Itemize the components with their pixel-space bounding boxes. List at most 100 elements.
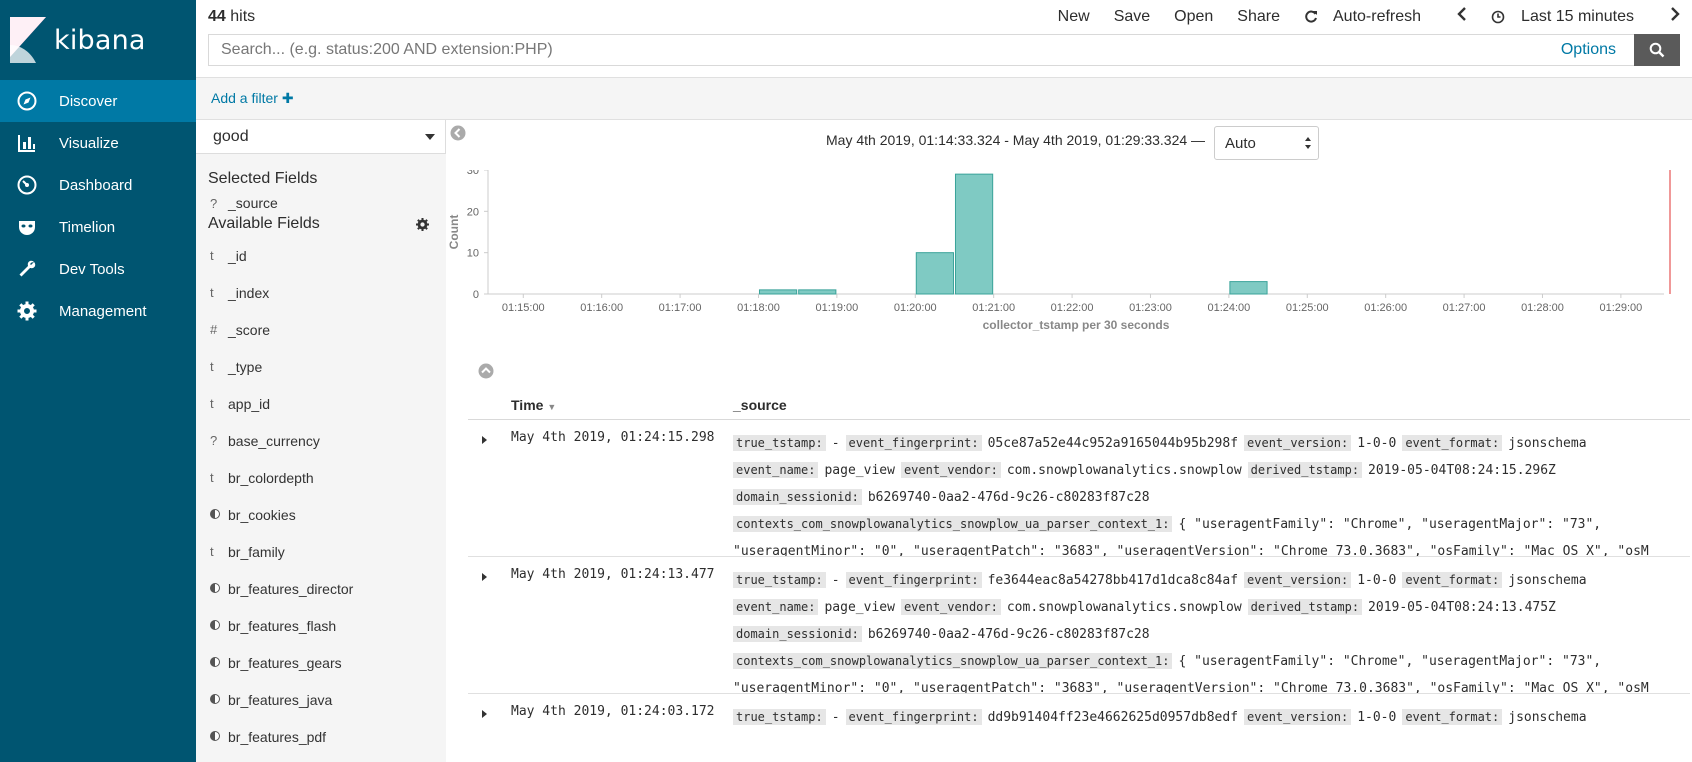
source-field-value: 2019-05-04T08:24:15.296Z bbox=[1368, 463, 1556, 478]
field-item[interactable]: t app_id bbox=[196, 385, 446, 422]
gear-icon bbox=[16, 300, 38, 322]
y-tick-label: 30 bbox=[467, 170, 479, 177]
save-button[interactable]: Save bbox=[1114, 8, 1150, 26]
field-item[interactable]: br_cookies bbox=[196, 496, 446, 533]
source-field-value: 1-0-0 bbox=[1357, 710, 1397, 725]
kibana-logo[interactable]: kibana bbox=[0, 0, 196, 80]
field-type-icon: ? bbox=[210, 433, 218, 448]
source-field-key: contexts_com_snowplowanalytics_snowplow_… bbox=[733, 516, 1173, 532]
field-item[interactable]: br_features_gears bbox=[196, 644, 446, 681]
sidebar-item-label: Timelion bbox=[59, 218, 116, 236]
field-type-icon: t bbox=[210, 470, 214, 485]
collapse-sidebar-icon[interactable] bbox=[450, 125, 466, 141]
table-row[interactable]: May 4th 2019, 01:24:03.172 true_tstamp: - e… bbox=[468, 694, 1690, 762]
expand-row-icon[interactable] bbox=[482, 710, 487, 718]
source-field-value: 2019-05-04T08:24:13.475Z bbox=[1368, 600, 1556, 615]
auto-refresh-button[interactable]: Auto-refresh bbox=[1304, 8, 1433, 26]
sort-down-icon[interactable]: ▼ bbox=[547, 402, 556, 412]
share-button[interactable]: Share bbox=[1237, 8, 1280, 26]
field-item[interactable]: br_features_director bbox=[196, 570, 446, 607]
refresh-icon bbox=[1305, 10, 1317, 22]
expand-row-icon[interactable] bbox=[482, 573, 487, 581]
expand-row-icon[interactable] bbox=[482, 436, 487, 444]
add-filter-label: Add a filter bbox=[211, 90, 278, 106]
add-filter-button[interactable]: Add a filter ✚ bbox=[211, 90, 294, 107]
x-tick-label: 01:23:00 bbox=[1129, 302, 1172, 314]
source-field-key: event_fingerprint: bbox=[845, 435, 982, 451]
time-back-button[interactable] bbox=[1457, 7, 1467, 26]
x-tick-label: 01:26:00 bbox=[1364, 302, 1407, 314]
field-item[interactable]: ? base_currency bbox=[196, 422, 446, 459]
source-field-value: page_view bbox=[824, 463, 895, 478]
source-field-value: - bbox=[831, 710, 840, 725]
time-column-header[interactable]: Time ▼ bbox=[511, 397, 556, 413]
source-field-key: domain_sessionid: bbox=[733, 626, 862, 642]
sidebar-item-discover[interactable]: Discover bbox=[0, 80, 196, 122]
field-item[interactable]: t _index bbox=[196, 274, 446, 311]
sidebar: kibana Discover Visualize Dashboard Timelio… bbox=[0, 0, 196, 762]
sidebar-item-dashboard[interactable]: Dashboard bbox=[0, 164, 196, 206]
interval-select[interactable]: Auto bbox=[1214, 126, 1319, 160]
index-pattern-select[interactable]: good bbox=[196, 120, 446, 154]
time-forward-button[interactable] bbox=[1670, 7, 1680, 26]
sidebar-item-management[interactable]: Management bbox=[0, 290, 196, 332]
field-item[interactable]: t br_family bbox=[196, 533, 446, 570]
source-field-value: 05ce87a52e44c952a9165044b95b298f bbox=[987, 436, 1239, 451]
source-field-key: event_name: bbox=[733, 462, 819, 478]
source-field-key: derived_tstamp: bbox=[1247, 599, 1363, 615]
source-line: "useragentMinor": "0", "useragentPatch":… bbox=[733, 681, 1649, 694]
histogram-chart[interactable]: 0 10 20 30 01:15:00 01:16:00 01:17:00 01:18:00 0… bbox=[446, 170, 1692, 350]
x-tick-label: 01:18:00 bbox=[737, 302, 780, 314]
table-row[interactable]: May 4th 2019, 01:24:15.298 true_tstamp: - e… bbox=[468, 420, 1690, 557]
histogram-bar[interactable] bbox=[798, 289, 837, 295]
field-item[interactable]: t _type bbox=[196, 348, 446, 385]
field-item[interactable]: t _id bbox=[196, 237, 446, 274]
new-button[interactable]: New bbox=[1058, 8, 1090, 26]
table-row[interactable]: May 4th 2019, 01:24:13.477 true_tstamp: - e… bbox=[468, 557, 1690, 694]
x-tick-label: 01:16:00 bbox=[580, 302, 623, 314]
sidebar-item-timelion[interactable]: Timelion bbox=[0, 206, 196, 248]
search-input[interactable]: Search... (e.g. status:200 AND extension… bbox=[208, 34, 1634, 66]
source-field-value: - bbox=[831, 573, 840, 588]
source-field-key: event_vendor: bbox=[900, 599, 1001, 615]
source-line: event_name: page_view event_vendor: com.sno… bbox=[733, 457, 1688, 484]
sidebar-item-label: Visualize bbox=[59, 134, 119, 152]
field-type-icon: t bbox=[210, 359, 214, 374]
gear-icon[interactable] bbox=[416, 218, 429, 231]
field-item[interactable]: # _score bbox=[196, 311, 446, 348]
sidebar-item-dev-tools[interactable]: Dev Tools bbox=[0, 248, 196, 290]
source-field-value: { "useragentFamily": "Chrome", "useragen… bbox=[1178, 654, 1602, 669]
field-item[interactable]: ? _source bbox=[196, 192, 446, 214]
source-field-key: event_format: bbox=[1402, 572, 1503, 588]
sidebar-item-visualize[interactable]: Visualize bbox=[0, 122, 196, 164]
time-picker-button[interactable]: Last 15 minutes bbox=[1491, 8, 1646, 26]
source-field-key: event_format: bbox=[1402, 435, 1503, 451]
field-name: _type bbox=[228, 358, 263, 375]
histogram-bar[interactable] bbox=[915, 252, 954, 295]
source-line: true_tstamp: - event_fingerprint: dd9b91404… bbox=[733, 704, 1688, 731]
documents-table-header: Time ▼ _source bbox=[468, 388, 1690, 420]
histogram-bar[interactable] bbox=[1229, 281, 1268, 295]
x-tick-label: 01:25:00 bbox=[1286, 302, 1329, 314]
collapse-chart-icon[interactable] bbox=[478, 363, 494, 379]
field-name: _score bbox=[228, 321, 271, 338]
time-picker-label: Last 15 minutes bbox=[1521, 7, 1634, 25]
field-type-icon: t bbox=[210, 248, 214, 263]
open-button[interactable]: Open bbox=[1174, 8, 1213, 26]
field-item[interactable]: t br_colordepth bbox=[196, 459, 446, 496]
top-menu: New Save Open Share Auto-refresh Last 15… bbox=[1046, 7, 1692, 26]
hits-count: 44 hits bbox=[208, 8, 255, 26]
dashboard-gauge-icon bbox=[16, 174, 38, 196]
source-field-key: event_vendor: bbox=[900, 462, 1001, 478]
y-tick-label: 0 bbox=[473, 289, 479, 301]
search-button[interactable] bbox=[1634, 34, 1680, 66]
histogram-bar[interactable] bbox=[758, 289, 798, 295]
histogram-bar[interactable] bbox=[954, 173, 994, 295]
field-item[interactable]: br_features_flash bbox=[196, 607, 446, 644]
options-button[interactable]: Options bbox=[1561, 41, 1616, 59]
field-item[interactable]: br_features_pdf bbox=[196, 718, 446, 755]
field-item[interactable]: br_features_java bbox=[196, 681, 446, 718]
time-header-label: Time bbox=[511, 397, 544, 413]
field-name: br_family bbox=[228, 543, 285, 560]
row-timestamp: May 4th 2019, 01:24:15.298 bbox=[511, 430, 715, 445]
